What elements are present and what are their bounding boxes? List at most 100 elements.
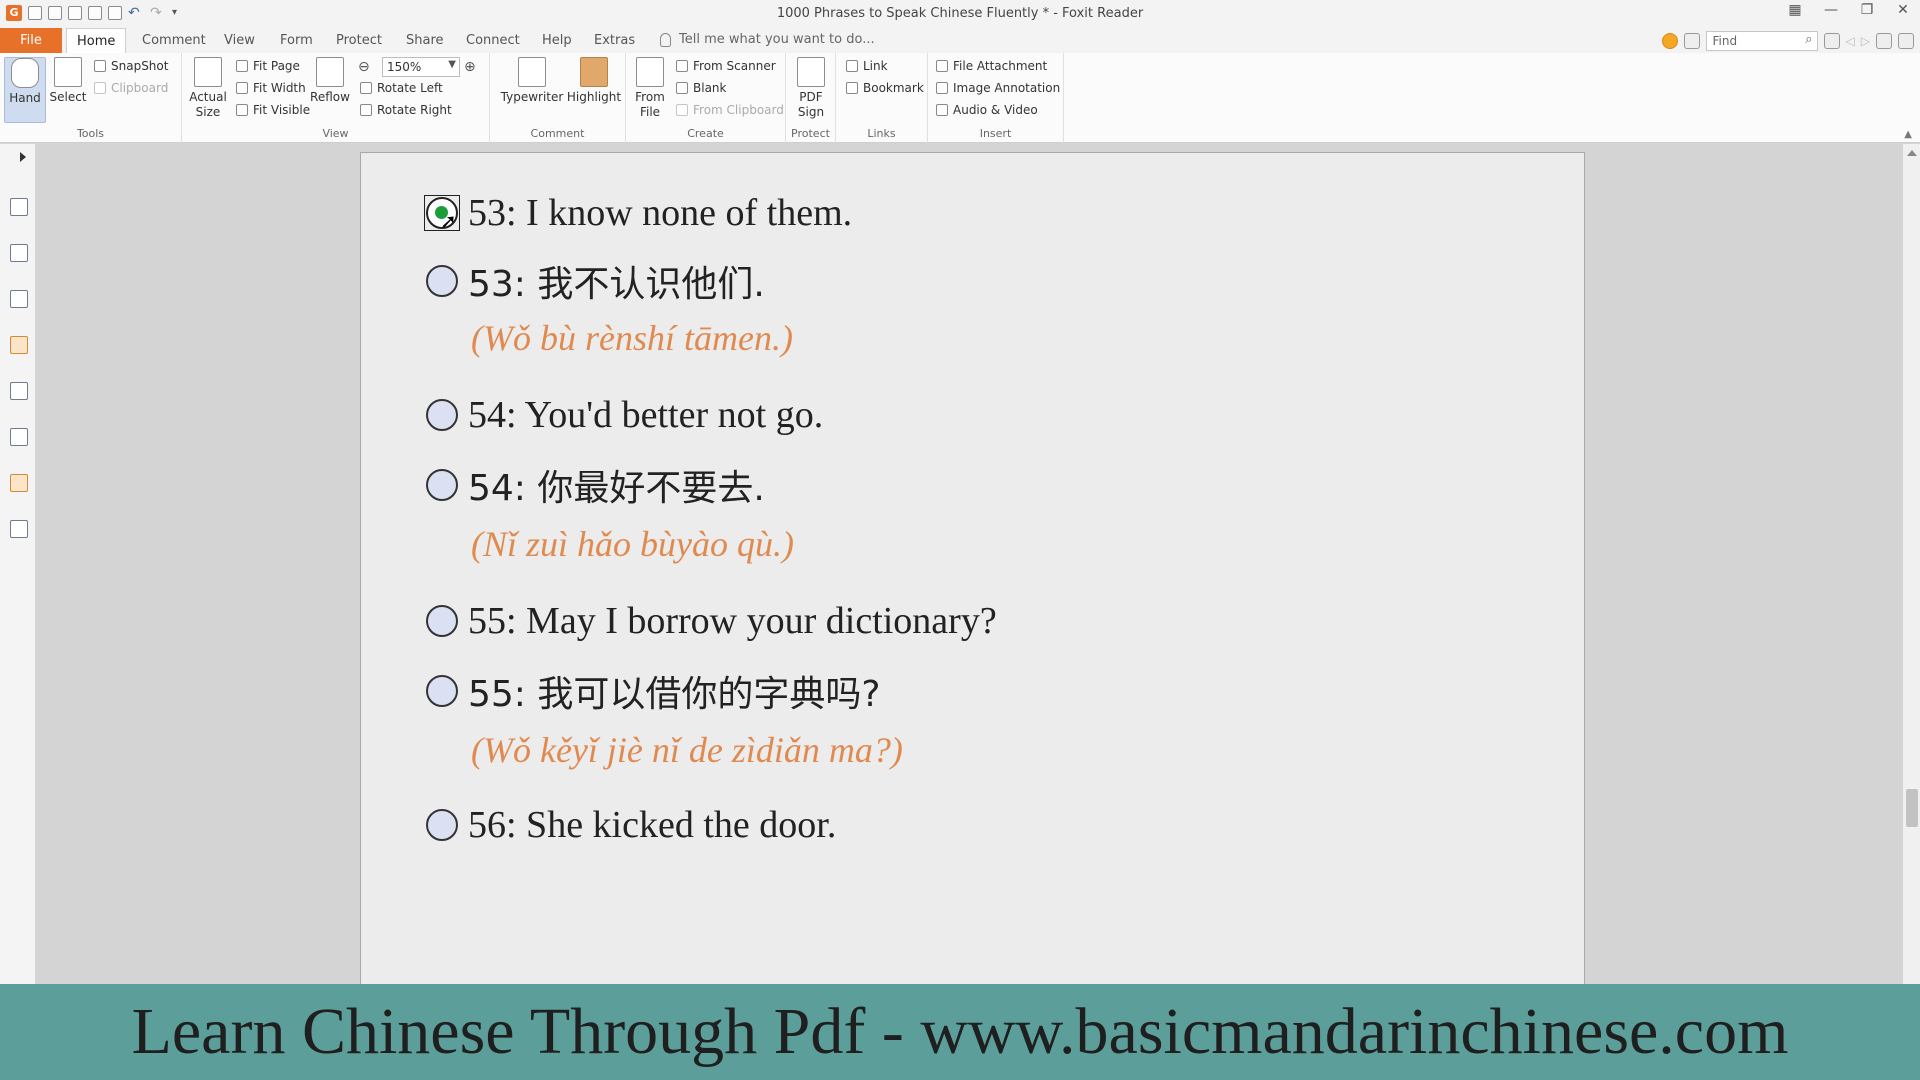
fit-visible-button[interactable]: Fit Visible — [236, 103, 310, 117]
zoom-select[interactable]: 150% ▼ — [382, 57, 460, 77]
pen-sign-icon — [797, 57, 825, 87]
clipboard-button[interactable]: Clipboard — [94, 81, 168, 95]
scroll-up-icon[interactable] — [1907, 150, 1917, 156]
fit-width-button[interactable]: Fit Width — [236, 81, 306, 95]
zoom-value: 150% — [387, 60, 422, 74]
phrase-row: 53: I know none of them. ➚ — [424, 191, 852, 235]
highlight-button[interactable]: Highlight — [566, 57, 622, 105]
menu-bar: File Home Comment View Form Protect Shar… — [0, 28, 1920, 53]
scroll-thumb[interactable] — [1906, 789, 1918, 827]
paste-icon — [676, 104, 688, 116]
search-folder-icon[interactable] — [1683, 33, 1700, 49]
clipboard-icon — [94, 82, 106, 94]
rotate-left-button[interactable]: Rotate Left — [360, 81, 443, 95]
tab-comment[interactable]: Comment — [132, 28, 216, 53]
attachments-panel-icon[interactable] — [10, 382, 28, 400]
layers-panel-icon[interactable] — [10, 290, 28, 308]
comments-panel-icon[interactable] — [10, 336, 28, 354]
tab-home[interactable]: Home — [66, 28, 127, 53]
tab-view[interactable]: View — [214, 28, 265, 53]
highlight-label: Highlight — [566, 90, 622, 104]
tab-file[interactable]: File — [0, 28, 62, 53]
phrase-row: 56: She kicked the door. — [426, 803, 836, 847]
settings-icon[interactable] — [1823, 33, 1840, 49]
phrase-radio[interactable] — [426, 809, 458, 841]
tile-icon[interactable]: ▦ — [1784, 2, 1806, 18]
protect-group-label: Protect — [791, 127, 830, 140]
fit-visible-icon — [236, 104, 248, 116]
from-scanner-label: From Scanner — [693, 59, 776, 73]
phrase-radio[interactable] — [426, 675, 458, 707]
attachment-icon — [936, 60, 948, 72]
security-panel-icon[interactable] — [10, 474, 28, 492]
content-panel-icon[interactable] — [10, 520, 28, 538]
tab-connect[interactable]: Connect — [456, 28, 530, 53]
image-annotation-button[interactable]: Image Annotation — [936, 81, 1060, 95]
group-comment: Typewriter Highlight Comment — [490, 53, 626, 143]
find-input[interactable]: Find ⌕ — [1705, 31, 1818, 51]
blank-button[interactable]: Blank — [676, 81, 726, 95]
restore-button[interactable]: ❐ — [1856, 2, 1878, 18]
blank-label: Blank — [693, 81, 727, 95]
phrase-radio[interactable] — [426, 399, 458, 431]
phrase-radio[interactable] — [426, 265, 458, 297]
vertical-scrollbar[interactable] — [1902, 144, 1920, 984]
from-clipboard-label: From Clipboard — [693, 103, 784, 117]
phrase-row: 53: 我不认识他们. — [426, 255, 765, 307]
phrase-text: 55: May I borrow your dictionary? — [468, 600, 997, 642]
phrase-radio[interactable] — [426, 469, 458, 501]
tell-me-search[interactable]: Tell me what you want to do... — [660, 32, 875, 47]
tools-group-label: Tools — [76, 127, 105, 140]
tab-extras[interactable]: Extras — [584, 28, 645, 53]
from-file-label-1: From — [635, 90, 665, 104]
pages-panel-icon[interactable] — [10, 244, 28, 262]
typewriter-icon — [518, 57, 546, 87]
file-attachment-button[interactable]: File Attachment — [936, 59, 1047, 73]
pdf-page: 53: I know none of them. ➚ 53: 我不认识他们. (… — [360, 152, 1585, 984]
zoom-out-icon[interactable]: ⊖ — [358, 59, 370, 75]
signatures-panel-icon[interactable] — [10, 428, 28, 446]
close-button[interactable]: ✕ — [1892, 2, 1914, 18]
notification-icon[interactable] — [1876, 33, 1892, 49]
media-icon — [936, 104, 948, 116]
group-view: Actual Size Fit Page Fit Width Fit Visib… — [182, 53, 490, 143]
favorite-icon[interactable] — [1661, 33, 1678, 49]
bookmark-button[interactable]: Bookmark — [846, 81, 924, 95]
audio-video-button[interactable]: Audio & Video — [936, 103, 1038, 117]
tab-form[interactable]: Form — [270, 28, 323, 53]
links-group-label: Links — [867, 127, 896, 140]
phrase-radio[interactable] — [426, 605, 458, 637]
pdf-sign-button[interactable]: PDF Sign — [792, 57, 830, 120]
zoom-in-icon[interactable]: ⊕ — [464, 59, 476, 75]
prev-result-icon[interactable]: ◁ — [1846, 34, 1855, 48]
next-result-icon[interactable]: ▷ — [1861, 34, 1870, 48]
group-protect: PDF Sign Protect — [786, 53, 836, 143]
snapshot-button[interactable]: SnapShot — [94, 59, 168, 73]
typewriter-button[interactable]: Typewriter — [500, 57, 564, 105]
rotate-right-button[interactable]: Rotate Right — [360, 103, 452, 117]
select-tool-button[interactable]: Select — [48, 57, 88, 105]
hand-tool-button[interactable]: Hand — [4, 57, 46, 123]
document-area: 53: I know none of them. ➚ 53: 我不认识他们. (… — [36, 144, 1902, 984]
from-file-button[interactable]: From File — [632, 57, 668, 120]
tab-help[interactable]: Help — [532, 28, 582, 53]
phrase-row: 55: May I borrow your dictionary? — [426, 599, 997, 643]
link-label: Link — [863, 59, 888, 73]
fit-page-button[interactable]: Fit Page — [236, 59, 300, 73]
create-group-label: Create — [687, 127, 724, 140]
reflow-button[interactable]: Reflow — [310, 57, 350, 105]
user-icon[interactable] — [1898, 33, 1914, 49]
bookmarks-panel-icon[interactable] — [10, 198, 28, 216]
search-icon[interactable]: ⌕ — [1805, 32, 1812, 47]
link-button[interactable]: Link — [846, 59, 888, 73]
actual-size-button[interactable]: Actual Size — [188, 57, 228, 120]
tab-protect[interactable]: Protect — [326, 28, 392, 53]
from-clipboard-button[interactable]: From Clipboard — [676, 103, 784, 117]
tell-me-text: Tell me what you want to do... — [679, 32, 875, 47]
fit-width-label: Fit Width — [253, 81, 306, 95]
minimize-button[interactable]: — — [1820, 2, 1842, 18]
from-scanner-button[interactable]: From Scanner — [676, 59, 776, 73]
collapse-ribbon-icon[interactable]: ▲ — [1904, 129, 1912, 140]
expand-panel-icon[interactable] — [20, 152, 26, 162]
tab-share[interactable]: Share — [396, 28, 454, 53]
